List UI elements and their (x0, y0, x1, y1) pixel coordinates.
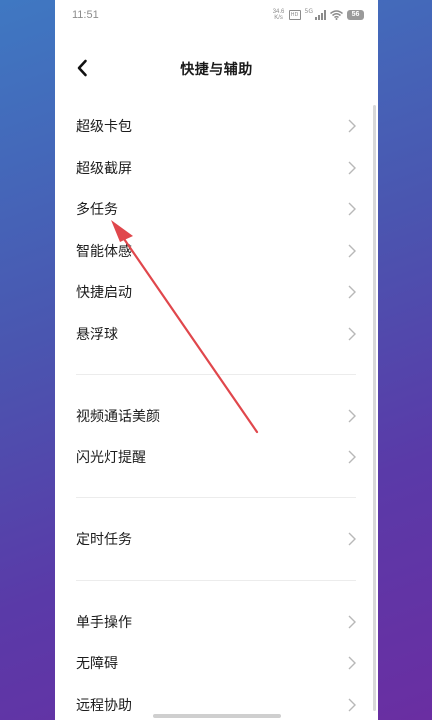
home-indicator[interactable] (153, 714, 281, 718)
section-divider (76, 497, 356, 498)
settings-item-floating-ball[interactable]: 悬浮球 (55, 313, 378, 355)
chevron-right-icon (348, 656, 356, 670)
settings-item-label: 超级卡包 (76, 119, 132, 135)
chevron-right-icon (348, 285, 356, 299)
settings-item-super-card[interactable]: 超级卡包 (55, 105, 378, 147)
settings-item-label: 超级截屏 (76, 161, 132, 177)
status-icons: 34.6 K/s HD 5G 56 (273, 8, 364, 22)
chevron-right-icon (348, 327, 356, 341)
hd-icon: HD (288, 10, 301, 20)
settings-item-flash-reminder[interactable]: 闪光灯提醒 (55, 436, 378, 478)
status-bar: 11:51 34.6 K/s HD 5G 56 (55, 0, 378, 32)
settings-item-label: 单手操作 (76, 615, 132, 631)
settings-item-smart-motion[interactable]: 智能体感 (55, 230, 378, 272)
wifi-icon (330, 10, 343, 20)
settings-item-video-call-beauty[interactable]: 视频通话美颜 (55, 395, 378, 437)
network-speed-unit: K/s (274, 15, 283, 21)
settings-item-quick-launch[interactable]: 快捷启动 (55, 271, 378, 313)
chevron-right-icon (348, 450, 356, 464)
settings-screen: 11:51 34.6 K/s HD 5G 56 快捷与辅助 超级卡包 超级截屏 … (55, 0, 378, 720)
chevron-right-icon (348, 409, 356, 423)
chevron-right-icon (348, 202, 356, 216)
chevron-right-icon (348, 244, 356, 258)
settings-item-scheduled-tasks[interactable]: 定时任务 (55, 518, 378, 560)
section-divider (76, 374, 356, 375)
signal-icon (315, 10, 326, 20)
chevron-right-icon (348, 698, 356, 712)
settings-item-label: 定时任务 (76, 532, 132, 548)
settings-item-label: 快捷启动 (76, 285, 132, 301)
settings-item-one-handed[interactable]: 单手操作 (55, 601, 378, 643)
settings-item-label: 多任务 (76, 202, 118, 218)
chevron-right-icon (348, 119, 356, 133)
status-time: 11:51 (72, 9, 99, 21)
settings-item-label: 视频通话美颜 (76, 409, 160, 425)
chevron-right-icon (348, 615, 356, 629)
settings-item-label: 悬浮球 (76, 327, 118, 343)
page-title: 快捷与辅助 (180, 62, 253, 78)
network-type-label: 5G (304, 8, 313, 15)
chevron-right-icon (348, 161, 356, 175)
settings-item-accessibility[interactable]: 无障碍 (55, 642, 378, 684)
settings-item-multitask[interactable]: 多任务 (55, 188, 378, 230)
header: 快捷与辅助 (55, 48, 378, 88)
network-speed: 34.6 K/s (273, 9, 285, 21)
chevron-right-icon (348, 532, 356, 546)
settings-item-label: 远程协助 (76, 698, 132, 714)
settings-item-label: 无障碍 (76, 656, 118, 672)
settings-item-label: 闪光灯提醒 (76, 450, 146, 466)
settings-item-label: 智能体感 (76, 244, 132, 260)
battery-icon: 56 (347, 10, 364, 20)
section-divider (76, 580, 356, 581)
settings-item-super-screenshot[interactable]: 超级截屏 (55, 147, 378, 189)
